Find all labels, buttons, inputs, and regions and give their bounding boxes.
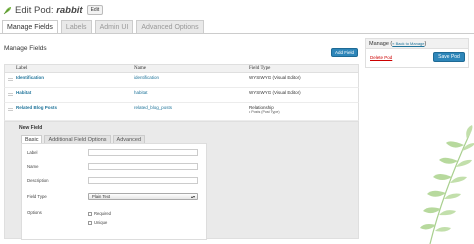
edit-pod-name-button[interactable]: Edit — [86, 5, 104, 15]
field-name-link[interactable]: habitat — [134, 90, 148, 95]
field-type-label: Field Type — [27, 194, 47, 199]
pod-icon — [3, 6, 12, 15]
field-type-select-value: Plain Text — [92, 194, 111, 199]
new-field-form: Label Name Description Field Type Plain … — [21, 143, 207, 240]
table-row: Habitat habitat WYSIWYG (Visual Editor) — [4, 88, 359, 103]
required-checkbox[interactable] — [88, 211, 92, 216]
drag-handle-icon[interactable] — [8, 108, 13, 111]
add-field-button[interactable]: Add Field — [331, 48, 358, 57]
field-type: WYSIWYG (Visual Editor) — [249, 75, 301, 80]
delete-pod-link[interactable]: Delete Pod — [370, 55, 392, 60]
label-input[interactable] — [88, 149, 198, 156]
tab-manage-fields[interactable]: Manage Fields — [2, 20, 58, 34]
unique-checkbox[interactable] — [88, 220, 92, 225]
drag-handle-icon[interactable] — [8, 78, 13, 81]
name-field-label: Name — [27, 164, 39, 169]
field-label-link[interactable]: Habitat — [16, 90, 31, 95]
tab-divider — [0, 33, 474, 34]
field-name-link[interactable]: identification — [134, 75, 159, 80]
field-label-link[interactable]: Identification — [16, 75, 44, 80]
required-checkbox-row[interactable]: Required — [88, 211, 111, 216]
pod-name: rabbit — [56, 4, 83, 16]
unique-label: Unique — [94, 220, 108, 225]
required-label: Required — [94, 211, 111, 216]
name-input[interactable] — [88, 163, 198, 170]
table-row: Related Blog Posts related_blog_posts Re… — [4, 103, 359, 121]
back-to-manage-link[interactable]: « Back to Manage — [392, 41, 424, 46]
select-arrows-icon: ▴▾ — [190, 194, 195, 199]
field-label-link[interactable]: Related Blog Posts — [16, 105, 57, 110]
field-name-link[interactable]: related_blog_posts — [134, 105, 172, 110]
column-header-field-type: Field Type — [249, 66, 271, 71]
description-input[interactable] — [88, 177, 198, 184]
new-field-panel: New Field Basic Additional Field Options… — [4, 121, 359, 240]
page-title-prefix: Edit Pod: — [15, 4, 57, 16]
section-title: Manage Fields — [4, 45, 47, 52]
column-header-name: Name — [134, 66, 146, 71]
manage-box: Manage (« Back to Manage) Delete Pod Sav… — [365, 38, 469, 68]
options-label: Options — [27, 210, 42, 215]
table-row: Identification identification WYSIWYG (V… — [4, 73, 359, 88]
field-type-select[interactable]: Plain Text ▴▾ — [88, 193, 198, 200]
field-type-note: • Posts (Post Type) — [249, 110, 280, 114]
page-title: Edit Pod: rabbit — [15, 5, 83, 16]
field-type: WYSIWYG (Visual Editor) — [249, 90, 301, 95]
drag-handle-icon[interactable] — [8, 93, 13, 96]
label-field-label: Label — [27, 150, 38, 155]
save-pod-button[interactable]: Save Pod — [433, 52, 465, 62]
description-field-label: Description — [27, 178, 49, 183]
page-header: Edit Pod: rabbit Edit — [3, 4, 104, 16]
main-tabs: Manage Fields Labels Admin UI Advanced O… — [2, 20, 204, 34]
manage-box-header: Manage (« Back to Manage) — [366, 39, 468, 49]
fields-table: Label Name Field Type Identification ide… — [4, 64, 359, 121]
column-header-label: Label — [16, 66, 28, 71]
table-header: Label Name Field Type — [4, 64, 359, 73]
tab-admin-ui[interactable]: Admin UI — [94, 20, 134, 34]
decorative-leaf-illustration — [420, 125, 474, 244]
tab-advanced-options[interactable]: Advanced Options — [136, 20, 204, 34]
tab-labels[interactable]: Labels — [60, 20, 92, 34]
new-field-title: New Field — [19, 125, 43, 131]
manage-title: Manage — [369, 41, 389, 47]
unique-checkbox-row[interactable]: Unique — [88, 220, 107, 225]
